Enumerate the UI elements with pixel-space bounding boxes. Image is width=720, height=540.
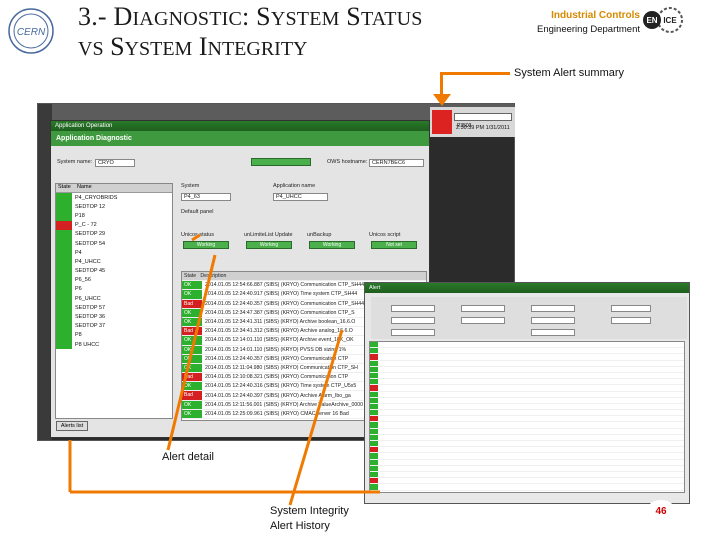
callout-integrity-1: System Integrity xyxy=(270,505,349,517)
page-number: 46 xyxy=(646,500,676,524)
callout-lines xyxy=(68,233,380,506)
callout-integrity-2: Alert History xyxy=(270,520,330,532)
callout-alert-detail: Alert detail xyxy=(162,451,214,463)
